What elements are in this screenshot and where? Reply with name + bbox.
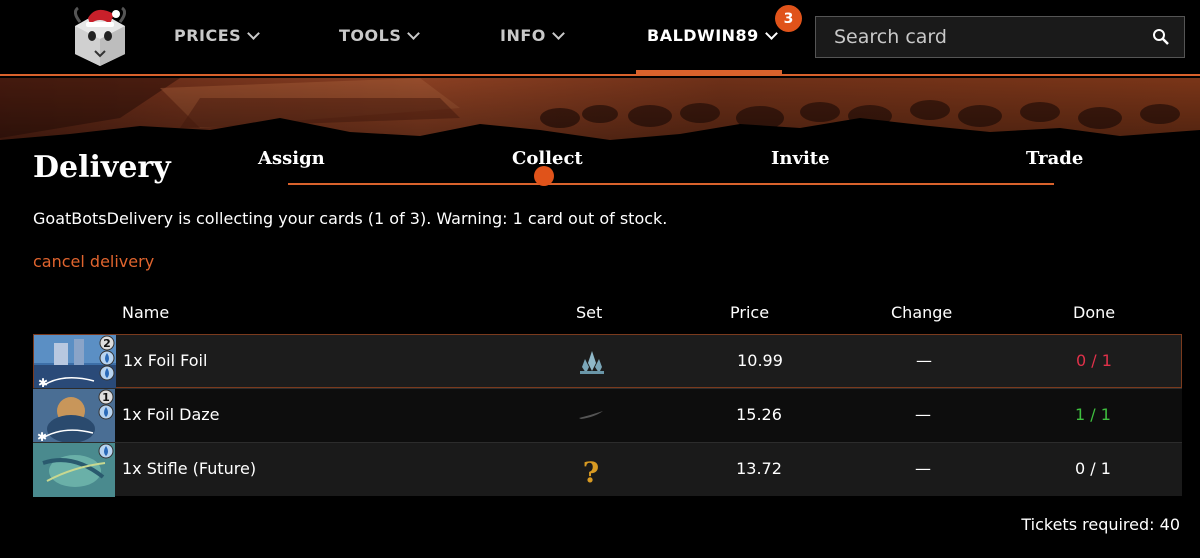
delivery-status-text: GoatBotsDelivery is collecting your card… [33, 209, 668, 228]
column-header-change[interactable]: Change [891, 303, 952, 322]
nav-tools-label: TOOLS [339, 26, 402, 45]
mana-cost-icon: 2 [99, 335, 115, 381]
card-price: 10.99 [737, 351, 783, 370]
crystal-set-icon [580, 351, 604, 374]
done-count: 0 / 1 [1076, 351, 1112, 370]
unknown-set-icon: ? [583, 456, 599, 485]
mana-cost-icon: 1 [98, 389, 114, 420]
search-input[interactable] [816, 17, 1136, 57]
step-trade[interactable]: Trade [1026, 148, 1083, 169]
step-invite[interactable]: Invite [771, 148, 830, 169]
price-change: — [915, 405, 931, 424]
mana-cost-icon [98, 443, 114, 459]
column-header-price[interactable]: Price [730, 303, 769, 322]
notification-badge[interactable]: 3 [775, 5, 802, 32]
cancel-delivery-link[interactable]: cancel delivery [33, 252, 154, 271]
header-banner [0, 78, 1200, 188]
price-change: — [916, 351, 932, 370]
search-box [815, 16, 1185, 58]
nav-tools[interactable]: TOOLS [339, 26, 421, 45]
nav-user-label: BALDWIN89 [647, 26, 759, 45]
search-icon[interactable] [1152, 28, 1170, 46]
card-name[interactable]: 1x Foil Foil [123, 351, 207, 370]
svg-text:2: 2 [103, 337, 111, 350]
chevron-down-icon [552, 26, 565, 40]
page-title: Delivery [33, 150, 171, 185]
nav-prices-label: PRICES [174, 26, 242, 45]
current-step-indicator [534, 166, 554, 186]
progress-line [288, 183, 1054, 185]
nav-info-label: INFO [500, 26, 546, 45]
done-count: 1 / 1 [1075, 405, 1111, 424]
table-row[interactable]: ✱ 2 1x Foil Foil 10.99 — 0 / 1 [33, 334, 1182, 389]
chevron-down-icon [764, 26, 778, 40]
svg-text:?: ? [583, 456, 599, 485]
goat-santa-logo-icon[interactable] [70, 6, 130, 68]
svg-text:1: 1 [102, 391, 110, 404]
card-name[interactable]: 1x Stifle (Future) [122, 459, 256, 478]
chevron-down-icon [407, 26, 421, 40]
step-assign[interactable]: Assign [258, 148, 325, 169]
column-header-done[interactable]: Done [1073, 303, 1115, 322]
active-nav-indicator [636, 70, 782, 76]
feather-set-icon [579, 411, 603, 419]
column-header-name[interactable]: Name [122, 303, 169, 322]
card-price: 13.72 [736, 459, 782, 478]
nav-user-menu[interactable]: BALDWIN89 [647, 26, 778, 45]
nav-prices[interactable]: PRICES [174, 26, 261, 45]
chevron-down-icon [247, 26, 261, 40]
nav-info[interactable]: INFO [500, 26, 565, 45]
card-price: 15.26 [736, 405, 782, 424]
tickets-required: Tickets required: 40 [1021, 515, 1180, 534]
table-row[interactable]: 1x Stifle (Future) ? 13.72 — 0 / 1 [33, 442, 1182, 497]
done-count: 0 / 1 [1075, 459, 1111, 478]
column-header-set[interactable]: Set [576, 303, 602, 322]
table-row[interactable]: ✱ 1 1x Foil Daze 15.26 — 1 / 1 [33, 388, 1182, 443]
top-nav: PRICES TOOLS INFO BALDWIN89 3 [0, 0, 1200, 76]
card-name[interactable]: 1x Foil Daze [122, 405, 220, 424]
price-change: — [915, 459, 931, 478]
